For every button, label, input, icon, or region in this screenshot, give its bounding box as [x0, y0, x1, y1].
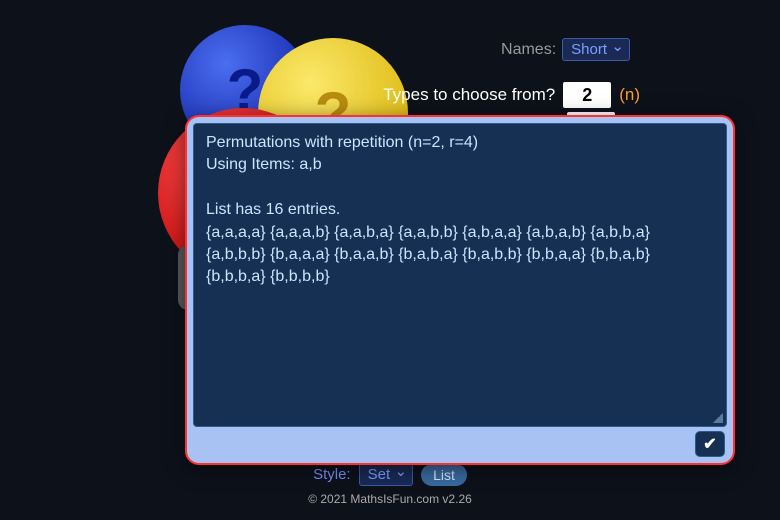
copyright: © 2021 MathsIsFun.com v2.26 — [0, 492, 780, 506]
style-select-value: Set — [368, 466, 391, 483]
results-dialog: Permutations with repetition (n=2, r=4) … — [185, 115, 735, 465]
dialog-footer: ✔ — [193, 427, 727, 457]
names-select[interactable]: Short — [562, 38, 630, 61]
style-label: Style: — [313, 466, 351, 483]
types-var: (n) — [619, 85, 640, 105]
types-input[interactable] — [563, 82, 611, 108]
names-label: Names: — [501, 41, 556, 59]
types-label: Types to choose from? — [383, 85, 555, 105]
results-textarea[interactable]: Permutations with repetition (n=2, r=4) … — [193, 123, 727, 427]
check-icon: ✔ — [703, 434, 716, 454]
types-row: Types to choose from? (n) — [383, 82, 640, 108]
list-button[interactable]: List — [421, 464, 467, 486]
dialog-ok-button[interactable]: ✔ — [695, 431, 725, 457]
names-row: Names: Short — [501, 38, 630, 61]
bottom-controls: Style: Set List — [0, 463, 780, 486]
style-select[interactable]: Set — [359, 463, 414, 486]
names-select-value: Short — [571, 41, 607, 58]
